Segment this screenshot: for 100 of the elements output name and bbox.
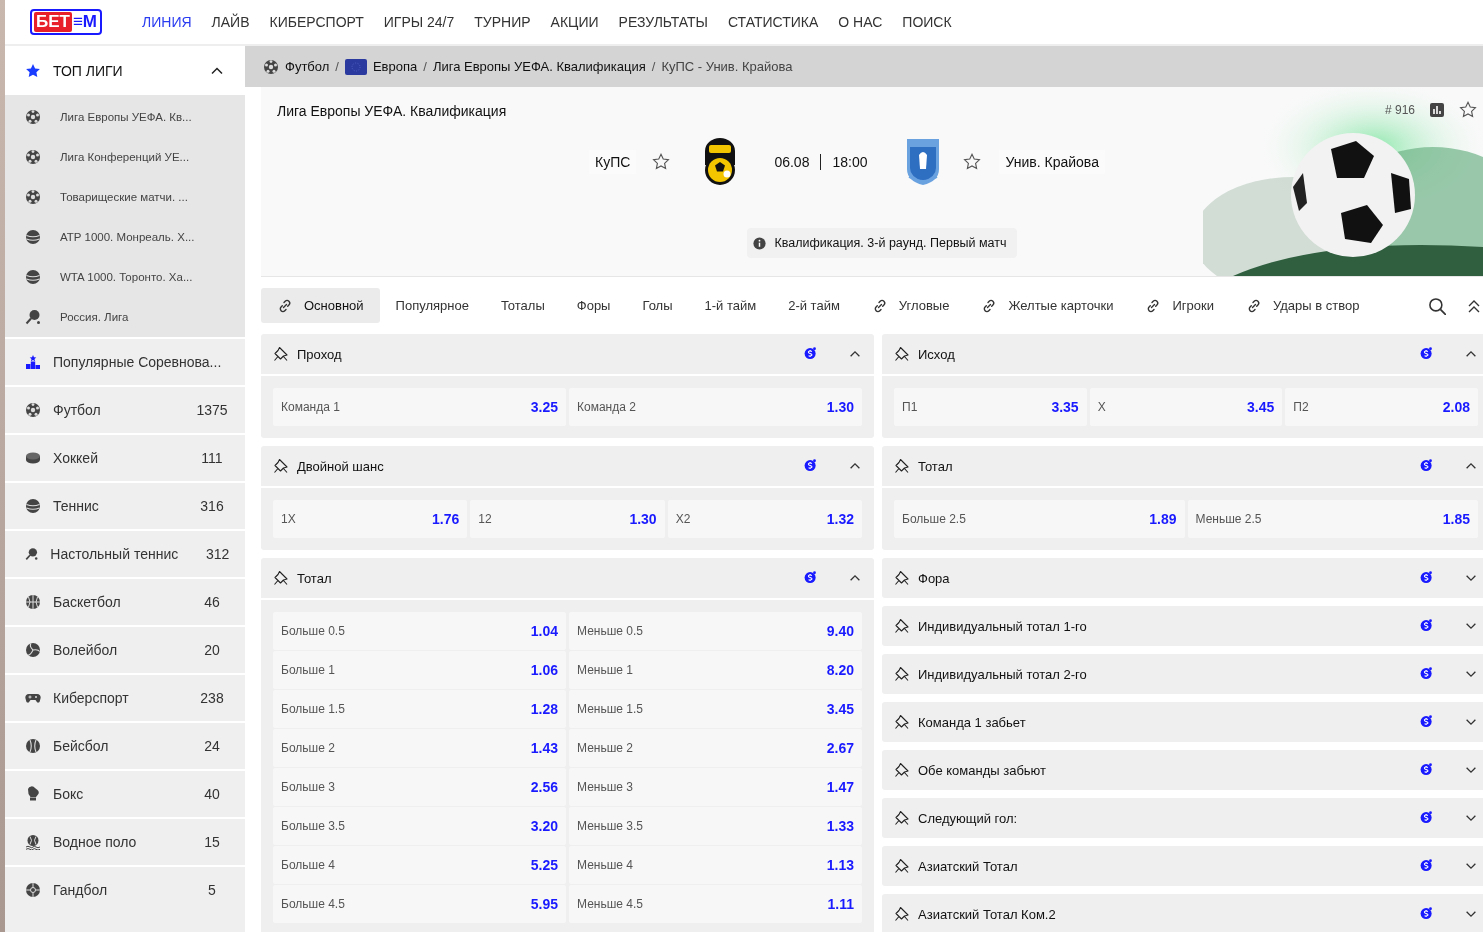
star-icon[interactable] (1459, 101, 1477, 119)
sport-item[interactable]: Волейбол 20 (5, 625, 245, 673)
market-title: Индивидуальный тотал 1-го (918, 618, 1088, 634)
sport-item[interactable]: Популярные Соревнова... (5, 337, 245, 385)
league-item[interactable]: WTA 1000. Торонто. Ха... (5, 257, 245, 297)
nav-link[interactable]: АКЦИИ (540, 14, 609, 30)
market-tab[interactable]: 2-й тайм (772, 288, 856, 323)
sport-item[interactable]: Хоккей 111 (5, 433, 245, 481)
breadcrumb-link[interactable]: Лига Европы УЕФА. Квалификация (432, 59, 646, 74)
market-header[interactable]: Тотал (261, 558, 874, 598)
sport-item[interactable]: Теннис 316 (5, 481, 245, 529)
market-header[interactable]: Азиатский Тотал Ком.2 (882, 894, 1483, 932)
league-item[interactable]: Лига Европы УЕФА. Кв... (5, 97, 245, 137)
market-header[interactable]: Двойной шанс (261, 446, 874, 486)
market-tab[interactable]: Форы (560, 288, 627, 323)
odds-button[interactable]: X 3.45 (1089, 388, 1283, 426)
star-icon (25, 62, 41, 79)
sport-item[interactable]: Киберспорт 238 (5, 673, 245, 721)
odds-button[interactable]: X2 1.32 (667, 500, 862, 538)
market-header[interactable]: Индивидуальный тотал 1-го (882, 606, 1483, 646)
market-header[interactable]: Следующий гол: (882, 798, 1483, 838)
market-header[interactable]: Проход (261, 334, 874, 374)
odds-button[interactable]: Больше 1 1.06 (273, 651, 566, 689)
market-tab[interactable]: Желтые карточки (965, 288, 1130, 323)
odds-button[interactable]: Больше 3.5 3.20 (273, 807, 566, 845)
odds-button[interactable]: Меньше 4 1.13 (569, 846, 862, 884)
odds-button[interactable]: Меньше 3 1.47 (569, 768, 862, 806)
breadcrumb-link[interactable]: Европа (372, 59, 418, 74)
market-tab[interactable]: Основной (261, 288, 380, 323)
odds-button[interactable]: Больше 4 5.25 (273, 846, 566, 884)
breadcrumb-link[interactable]: Футбол (285, 59, 330, 74)
breadcrumb-separator: / (423, 59, 427, 74)
sport-item[interactable]: Бокс 40 (5, 769, 245, 817)
nav-link[interactable]: РЕЗУЛЬТАТЫ (608, 14, 718, 30)
league-item[interactable]: Россия. Лига (5, 297, 245, 337)
baseball-icon (25, 738, 41, 754)
odds-button[interactable]: Больше 0.5 1.04 (273, 612, 566, 650)
market-header[interactable]: Исход (882, 334, 1483, 374)
odds-button[interactable]: Меньше 1 8.20 (569, 651, 862, 689)
paddle-icon (25, 546, 39, 562)
odds-button[interactable]: Меньше 4.5 1.11 (569, 885, 862, 923)
current-page-label: КуПС - Унив. Крайова (661, 59, 793, 74)
podium-icon (25, 354, 41, 370)
market-header[interactable]: Фора (882, 558, 1483, 598)
market-header[interactable]: Команда 1 забьет (882, 702, 1483, 742)
sport-item[interactable]: Гандбол 5 (5, 865, 245, 913)
odds-button[interactable]: 1X 1.76 (273, 500, 468, 538)
odds-button[interactable]: 12 1.30 (470, 500, 665, 538)
search-icon[interactable] (1428, 296, 1446, 315)
odds-button[interactable]: Команда 2 1.30 (569, 388, 862, 426)
sidebar-section-header[interactable]: ТОП ЛИГИ (5, 46, 245, 97)
pin-icon (894, 618, 910, 634)
market-tab[interactable]: Тоталы (484, 288, 561, 323)
league-item[interactable]: Товарищеские матчи. ... (5, 177, 245, 217)
logo[interactable]: БЕТ ≡М (30, 9, 103, 35)
sport-item[interactable]: Бейсбол 24 (5, 721, 245, 769)
market-header[interactable]: Азиатский Тотал (882, 846, 1483, 886)
dollar-icon (804, 571, 818, 585)
odds-button[interactable]: Меньше 2.5 1.85 (1187, 500, 1478, 538)
odds-button[interactable]: Меньше 3.5 1.33 (569, 807, 862, 845)
nav-link[interactable]: ПОИСК (892, 14, 962, 30)
sport-item[interactable]: Футбол 1375 (5, 385, 245, 433)
count-label: 20 (203, 642, 221, 658)
sport-item[interactable]: Баскетбол 46 (5, 577, 245, 625)
sport-item[interactable]: Настольный теннис 312 (5, 529, 245, 577)
soccer-ball-icon (25, 189, 41, 205)
league-item[interactable]: ATP 1000. Монреаль. Х... (5, 217, 245, 257)
odds-button[interactable]: Меньше 2 2.67 (569, 729, 862, 767)
odds-button[interactable]: Меньше 1.5 3.45 (569, 690, 862, 728)
market-tab[interactable]: 1-й тайм (688, 288, 773, 323)
market-tab[interactable]: Угловые (855, 288, 966, 323)
odds-button[interactable]: Больше 2.5 1.89 (894, 500, 1185, 538)
market-tab[interactable]: Голы (626, 288, 689, 323)
market-tab[interactable]: Удары в створ (1229, 288, 1376, 323)
nav-link[interactable]: ИГРЫ 24/7 (373, 14, 465, 30)
odds-button[interactable]: Больше 3 2.56 (273, 768, 566, 806)
star-icon[interactable] (652, 153, 671, 171)
nav-link[interactable]: СТАТИСТИКА (717, 14, 829, 30)
odds-button[interactable]: П1 3.35 (894, 388, 1087, 426)
market-tab[interactable]: Игроки (1129, 288, 1230, 323)
stats-icon[interactable] (1429, 102, 1445, 118)
market-header[interactable]: Индивидуальный тотал 2-го (882, 654, 1483, 694)
soccer-ball-icon (25, 109, 41, 125)
market-header[interactable]: Тотал (882, 446, 1483, 486)
nav-link[interactable]: ЛИНИЯ (132, 14, 202, 30)
odds-button[interactable]: Команда 1 3.25 (273, 388, 566, 426)
odds-button[interactable]: Больше 1.5 1.28 (273, 690, 566, 728)
odds-button[interactable]: П2 2.08 (1285, 388, 1478, 426)
nav-link[interactable]: О НАС (828, 14, 893, 30)
market-header[interactable]: Обе команды забьют (882, 750, 1483, 790)
league-item[interactable]: Лига Конференций УЕ... (5, 137, 245, 177)
odds-button[interactable]: Больше 2 1.43 (273, 729, 566, 767)
nav-link[interactable]: ЛАЙВ (201, 14, 260, 30)
odds-button[interactable]: Меньше 0.5 9.40 (569, 612, 862, 650)
sport-item[interactable]: Водное поло 15 (5, 817, 245, 865)
market-tab[interactable]: Популярное (379, 288, 485, 323)
odds-button[interactable]: Больше 4.5 5.95 (273, 885, 566, 923)
nav-link[interactable]: КИБЕРСПОРТ (259, 14, 374, 30)
nav-link[interactable]: ТУРНИР (464, 14, 541, 30)
star-icon[interactable] (963, 153, 982, 171)
